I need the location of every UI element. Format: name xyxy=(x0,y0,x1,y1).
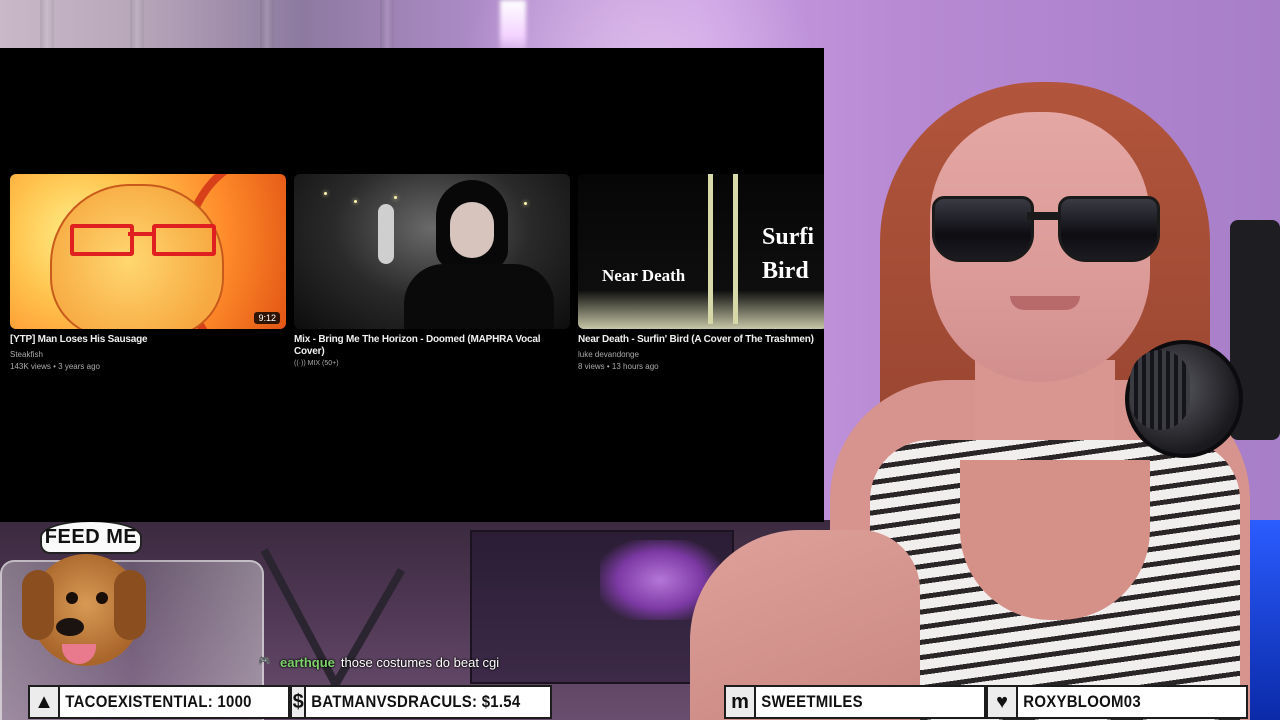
video-channel[interactable]: luke devandonge xyxy=(578,349,824,360)
thumbnail-text: Near Death xyxy=(602,266,686,285)
chat-username[interactable]: earthque xyxy=(280,655,335,670)
streamer-mouth xyxy=(1010,296,1080,310)
alert-latest-donation: $ BATMANVSDRACULS: $1.54 xyxy=(290,685,552,719)
video-thumbnail[interactable]: Near Death Surfi Bird xyxy=(578,174,824,329)
m-logo-icon: m xyxy=(726,687,756,717)
controller-icon: 🎮 xyxy=(258,656,271,667)
video-meta: 8 views • 13 hours ago xyxy=(578,362,659,371)
microphone-grill xyxy=(1130,350,1190,430)
diamond-up-icon: ▲ xyxy=(30,687,60,717)
screen-share-youtube: 9:12 [YTP] Man Loses His Sausage Steakfi… xyxy=(0,48,824,522)
video-title[interactable]: [YTP] Man Loses His Sausage xyxy=(10,334,286,346)
alert-text: ROXYBLOOM03 xyxy=(1023,692,1141,711)
chat-text: those costumes do beat cgi xyxy=(340,654,500,670)
video-thumbnail[interactable]: 9:12 xyxy=(10,174,286,329)
blue-light xyxy=(1250,520,1280,720)
alert-text: SWEETMILES xyxy=(761,692,863,711)
video-duration: 9:12 xyxy=(254,312,280,324)
video-title[interactable]: Near Death - Surfin' Bird (A Cover of Th… xyxy=(578,334,824,346)
alert-latest-follower: ♥ ROXYBLOOM03 xyxy=(986,685,1248,719)
video-thumbnail[interactable] xyxy=(294,174,570,329)
dollar-icon: $ xyxy=(292,687,307,717)
alert-latest-member: m SWEETMILES xyxy=(724,685,986,719)
video-card[interactable]: Near Death Surfi Bird Near Death - Surfi… xyxy=(578,174,824,372)
dog-sticker xyxy=(22,540,152,670)
video-channel[interactable]: Steakfish xyxy=(10,349,286,360)
mix-badge: ((·)) MIX (50+) xyxy=(294,360,339,367)
alert-latest-cheer: ▲ TACOEXISTENTIAL: 1000 xyxy=(28,685,290,719)
video-card[interactable]: 9:12 [YTP] Man Loses His Sausage Steakfi… xyxy=(10,174,286,372)
video-title[interactable]: Mix - Bring Me The Horizon - Doomed (MAP… xyxy=(294,334,570,358)
chat-message: 🎮 earthque those costumes do beat cgi xyxy=(258,652,499,672)
alert-text: BATMANVSDRACULS: $1.54 xyxy=(311,692,521,711)
sunglasses xyxy=(932,192,1162,262)
thumbnail-text: Surfi Bird xyxy=(762,224,815,284)
heart-icon: ♥ xyxy=(988,687,1018,717)
video-card[interactable]: Mix - Bring Me The Horizon - Doomed (MAP… xyxy=(294,174,570,367)
alert-text: TACOEXISTENTIAL: 1000 xyxy=(65,692,252,711)
video-meta: 143K views • 3 years ago xyxy=(10,362,100,371)
